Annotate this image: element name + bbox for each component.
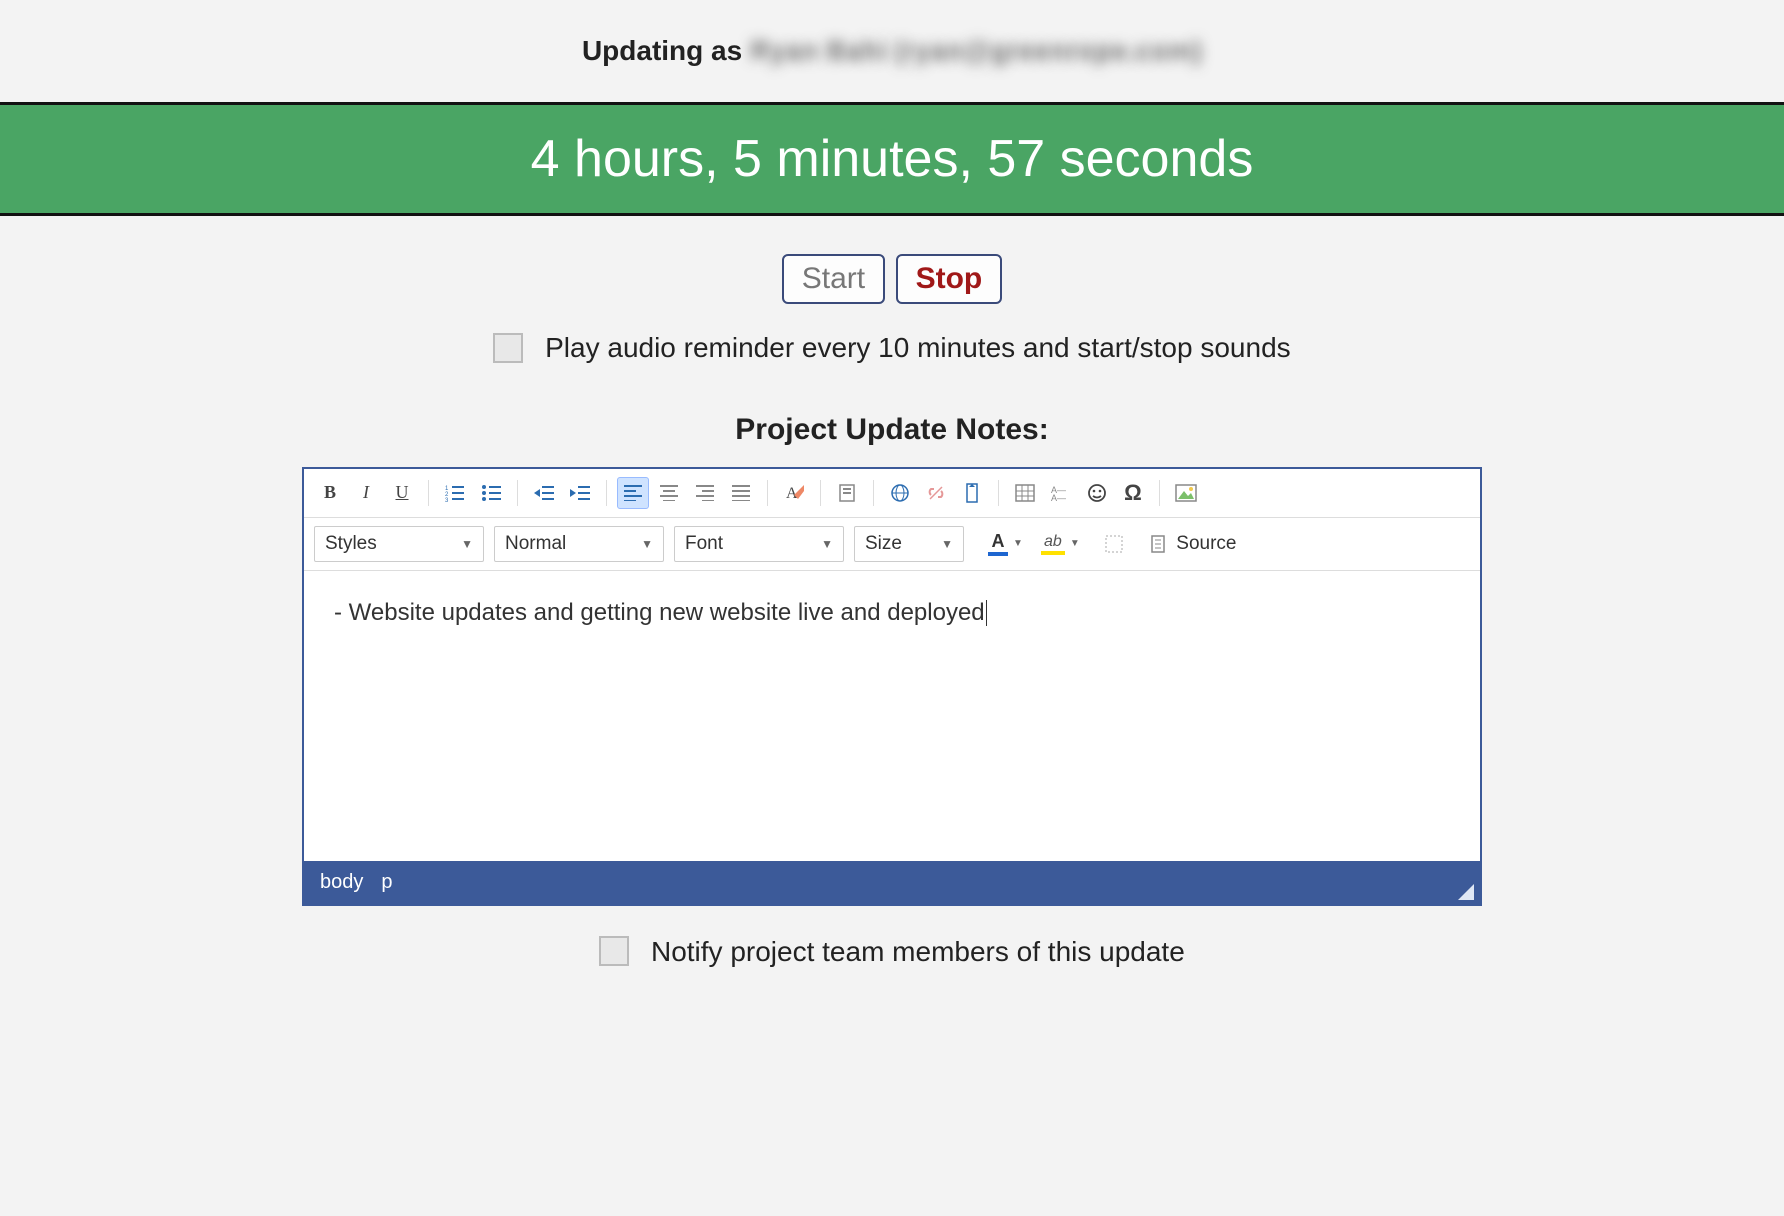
text-cursor <box>986 600 987 626</box>
toolbar-separator <box>820 480 821 506</box>
align-right-icon[interactable] <box>689 477 721 509</box>
rich-text-editor: B I U 123 A <box>302 467 1482 906</box>
svg-text:3: 3 <box>445 498 449 502</box>
audio-reminder-checkbox[interactable] <box>493 333 523 363</box>
format-dropdown[interactable]: Normal ▼ <box>494 526 664 562</box>
audio-reminder-row: Play audio reminder every 10 minutes and… <box>0 314 1784 383</box>
editor-resize-handle[interactable] <box>1458 884 1474 900</box>
svg-text:A—: A— <box>1051 493 1066 501</box>
align-center-icon[interactable] <box>653 477 685 509</box>
horizontal-rule-icon[interactable]: A—A— <box>1045 477 1077 509</box>
link-globe-icon[interactable] <box>884 477 916 509</box>
chevron-down-icon: ▼ <box>629 537 653 551</box>
notify-team-row: Notify project team members of this upda… <box>0 906 1784 999</box>
editor-content-area[interactable]: - Website updates and getting new websit… <box>304 571 1480 861</box>
timer-display: 4 hours, 5 minutes, 57 seconds <box>531 130 1254 188</box>
bullet-list-icon[interactable] <box>475 477 507 509</box>
italic-icon[interactable]: I <box>350 477 382 509</box>
show-blocks-icon[interactable] <box>1104 534 1124 554</box>
editor-toolbar-row-1: B I U 123 A <box>304 469 1480 518</box>
size-dropdown[interactable]: Size ▼ <box>854 526 964 562</box>
bold-icon[interactable]: B <box>314 477 346 509</box>
toolbar-separator <box>873 480 874 506</box>
notify-team-label: Notify project team members of this upda… <box>651 936 1185 967</box>
updating-as-header: Updating as Ryan Bahi (ryan@greenrope.co… <box>0 0 1784 102</box>
font-dropdown-label: Font <box>685 533 723 555</box>
editor-content-text: - Website updates and getting new websit… <box>334 599 985 626</box>
align-left-icon[interactable] <box>617 477 649 509</box>
timer-bar: 4 hours, 5 minutes, 57 seconds <box>0 102 1784 216</box>
elements-path-body[interactable]: body <box>320 871 363 894</box>
underline-icon[interactable]: U <box>386 477 418 509</box>
chevron-down-icon: ▼ <box>1067 538 1080 549</box>
styles-dropdown[interactable]: Styles ▼ <box>314 526 484 562</box>
template-icon[interactable] <box>831 477 863 509</box>
size-dropdown-label: Size <box>865 533 902 555</box>
stop-button[interactable]: Stop <box>896 254 1003 304</box>
chevron-down-icon: ▼ <box>1010 538 1023 549</box>
smiley-icon[interactable] <box>1081 477 1113 509</box>
numbered-list-icon[interactable]: 123 <box>439 477 471 509</box>
styles-dropdown-label: Styles <box>325 533 377 555</box>
toolbar-separator <box>606 480 607 506</box>
anchor-icon[interactable] <box>956 477 988 509</box>
table-icon[interactable] <box>1009 477 1041 509</box>
text-color-button[interactable]: A▼ <box>984 528 1027 560</box>
background-color-button[interactable]: ab▼ <box>1037 528 1084 560</box>
chevron-down-icon: ▼ <box>929 537 953 551</box>
editor-elements-path: body p <box>304 861 1480 904</box>
indent-icon[interactable] <box>564 477 596 509</box>
notify-team-checkbox[interactable] <box>599 936 629 966</box>
toolbar-separator <box>1159 480 1160 506</box>
outdent-icon[interactable] <box>528 477 560 509</box>
timer-controls: Start Stop <box>0 216 1784 314</box>
format-dropdown-label: Normal <box>505 533 566 555</box>
remove-format-icon[interactable]: A <box>778 477 810 509</box>
toolbar-separator <box>428 480 429 506</box>
chevron-down-icon: ▼ <box>809 537 833 551</box>
unlink-icon[interactable] <box>920 477 952 509</box>
editor-toolbar-row-2: Styles ▼ Normal ▼ Font ▼ Size ▼ A▼ ab▼ S… <box>304 518 1480 571</box>
project-update-notes-label: Project Update Notes: <box>0 383 1784 467</box>
source-label: Source <box>1172 533 1236 554</box>
font-dropdown[interactable]: Font ▼ <box>674 526 844 562</box>
toolbar-separator <box>998 480 999 506</box>
align-justify-icon[interactable] <box>725 477 757 509</box>
toolbar-separator <box>767 480 768 506</box>
audio-reminder-label: Play audio reminder every 10 minutes and… <box>545 332 1291 363</box>
chevron-down-icon: ▼ <box>449 537 473 551</box>
image-icon[interactable] <box>1170 477 1202 509</box>
source-icon[interactable]: Source <box>1144 533 1243 555</box>
updating-as-prefix: Updating as <box>582 35 750 66</box>
toolbar-separator <box>517 480 518 506</box>
start-button[interactable]: Start <box>782 254 885 304</box>
special-char-icon[interactable]: Ω <box>1117 477 1149 509</box>
elements-path-p[interactable]: p <box>381 871 392 894</box>
updating-as-user: Ryan Bahi (ryan@greenrope.com) <box>750 35 1202 66</box>
